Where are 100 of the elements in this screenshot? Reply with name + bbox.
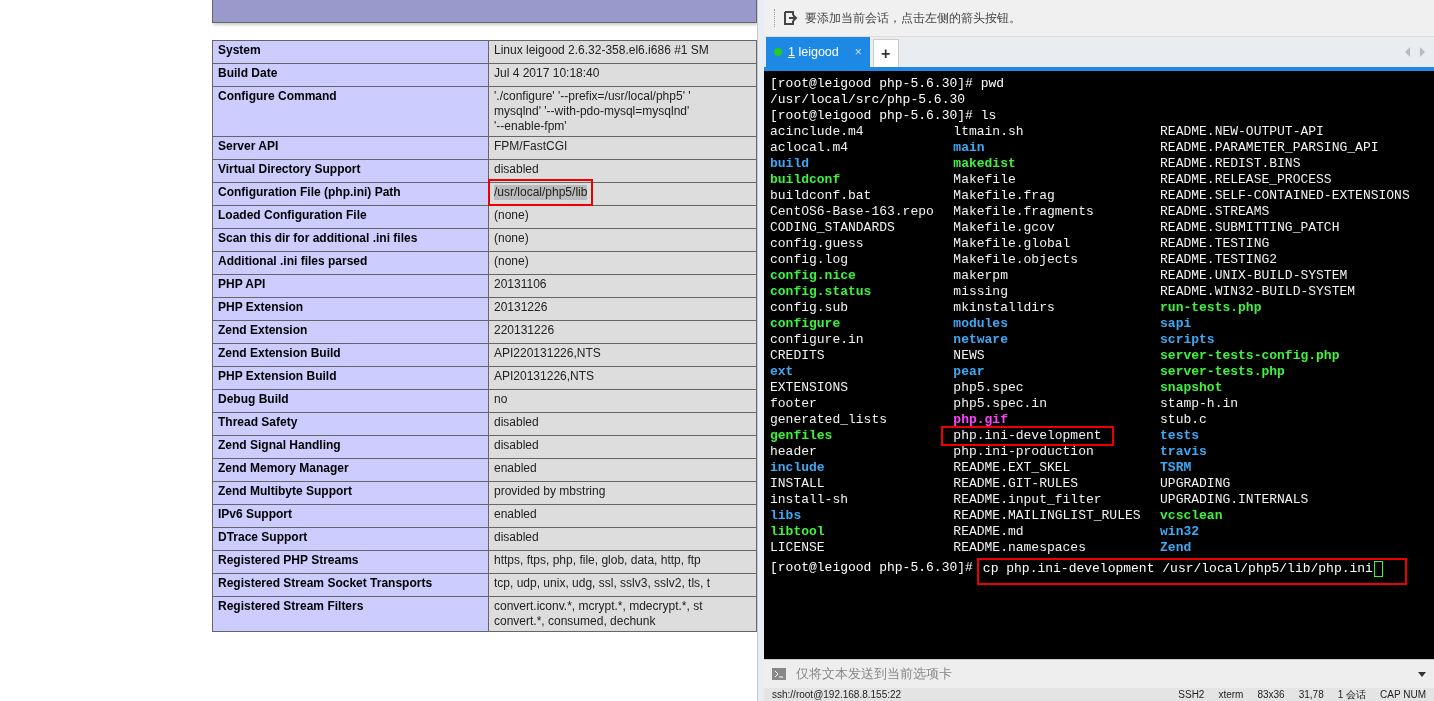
- status-text: 1 会话: [1337, 688, 1367, 701]
- file-name: server-tests-config.php: [1160, 348, 1341, 364]
- file-name: netware: [953, 332, 1009, 348]
- file-name: README.STREAMS: [1160, 204, 1271, 220]
- file-name: README.UNIX-BUILD-SYSTEM: [1160, 268, 1349, 284]
- file-name: buildconf: [770, 172, 842, 188]
- file-name: Makefile.frag: [953, 188, 1056, 204]
- file-name: README.TESTING: [1160, 236, 1271, 252]
- setting-value: API20131226,NTS: [488, 366, 757, 390]
- setting-label: PHP Extension: [212, 297, 489, 321]
- setting-value: disabled: [488, 527, 757, 551]
- setting-value: enabled: [488, 504, 757, 528]
- file-name: include: [770, 460, 826, 476]
- file-name: genfiles: [770, 428, 834, 444]
- setting-label: Zend Signal Handling: [212, 435, 489, 459]
- setting-value: './configure' '--prefix=/usr/local/php5' ' mysqlnd' '--with-pdo-mysql=mysqlnd' '--enable-fpm': [488, 86, 757, 137]
- file-name: vcsclean: [1160, 508, 1224, 524]
- file-name: Makefile.objects: [953, 252, 1080, 268]
- file-name: libtool: [770, 524, 826, 540]
- file-name: Makefile.gcov: [953, 220, 1056, 236]
- file-name: buildconf.bat: [770, 188, 873, 204]
- setting-label: Configure Command: [212, 86, 489, 137]
- file-name: Makefile.global: [953, 236, 1072, 252]
- setting-value: https, ftps, php, file, glob, data, http, ftp: [488, 550, 757, 574]
- setting-label: Thread Safety: [212, 412, 489, 436]
- setting-label: PHP API: [212, 274, 489, 298]
- terminal-line: /usr/local/src/php-5.6.30: [770, 92, 967, 108]
- tab-close[interactable]: ×: [854, 45, 862, 59]
- file-name: NEWS: [953, 348, 986, 364]
- file-name: README.NEW-OUTPUT-API: [1160, 124, 1325, 140]
- setting-value: FPM/FastCGI: [488, 136, 757, 160]
- file-name: config.sub: [770, 300, 849, 316]
- arrow-into-box-icon[interactable]: [783, 10, 799, 26]
- file-name: generated_lists: [770, 412, 889, 428]
- setting-value: convert.iconv.*, mcrypt.*, mdecrypt.*, st convert.*, consumed, dechunk: [488, 596, 757, 632]
- dropdown-caret-icon[interactable]: [1418, 671, 1426, 677]
- file-name: php.ini-development: [941, 426, 1114, 446]
- file-name: header: [770, 444, 818, 460]
- setting-label: Zend Extension: [212, 320, 489, 344]
- setting-label: Scan this dir for additional .ini files: [212, 228, 489, 252]
- file-name: TSRM: [1160, 460, 1193, 476]
- file-name: README.TESTING2: [1160, 252, 1279, 268]
- setting-label: Debug Build: [212, 389, 489, 413]
- protocol-label: SSH2: [1178, 688, 1205, 701]
- file-name: README.RELEASE_PROCESS: [1160, 172, 1333, 188]
- file-name: UPGRADING.INTERNALS: [1160, 492, 1310, 508]
- setting-value: API220131226,NTS: [488, 343, 757, 367]
- file-name: README.PARAMETER_PARSING_API: [1160, 140, 1380, 156]
- setting-value: disabled: [488, 435, 757, 459]
- file-name: config.nice: [770, 268, 857, 284]
- setting-label: Virtual Directory Support: [212, 159, 489, 183]
- text-cursor: [1373, 561, 1383, 577]
- file-name: mkinstalldirs: [953, 300, 1056, 316]
- setting-label: Registered PHP Streams: [212, 550, 489, 574]
- setting-label: Build Date: [212, 63, 489, 87]
- file-name: config.log: [770, 252, 849, 268]
- file-name: README.MAILINGLIST_RULES: [953, 508, 1142, 524]
- file-name: tests: [1160, 428, 1201, 444]
- send-text-field[interactable]: 仅将文本发送到当前选项卡: [794, 666, 1410, 682]
- status-text: 83x36: [1257, 688, 1285, 701]
- file-name: CODING_STANDARDS: [770, 220, 896, 236]
- file-name: Makefile: [953, 172, 1017, 188]
- file-name: stub.c: [1160, 412, 1208, 428]
- file-name: php.gif: [953, 412, 1009, 428]
- file-name: pear: [953, 364, 986, 380]
- new-tab-button[interactable]: +: [872, 39, 899, 67]
- setting-label: Loaded Configuration File: [212, 205, 489, 229]
- file-name: README.SELF-CONTAINED-EXTENSIONS: [1160, 188, 1411, 204]
- setting-label: Zend Memory Manager: [212, 458, 489, 482]
- setting-value: (none): [488, 251, 757, 275]
- file-name: main: [953, 140, 986, 156]
- file-name: server-tests.php: [1160, 364, 1286, 380]
- session-tab[interactable]: 1 leigood ×: [766, 37, 870, 67]
- setting-label: DTrace Support: [212, 527, 489, 551]
- file-name: travis: [1160, 444, 1208, 460]
- file-name: README.input_filter: [953, 492, 1103, 508]
- file-name: README.EXT_SKEL: [953, 460, 1072, 476]
- setting-value: 220131226: [488, 320, 757, 344]
- file-name: CREDITS: [770, 348, 826, 364]
- file-name: LICENSE: [770, 540, 826, 556]
- status-text: xterm: [1218, 688, 1244, 701]
- setting-label: Server API: [212, 136, 489, 160]
- setting-label: Registered Stream Filters: [212, 596, 489, 632]
- file-name: footer: [770, 396, 818, 412]
- file-name: scripts: [1160, 332, 1216, 348]
- file-name: EXTENSIONS: [770, 380, 849, 396]
- setting-label: IPv6 Support: [212, 504, 489, 528]
- setting-label: Registered Stream Socket Transports: [212, 573, 489, 597]
- setting-value: (none): [488, 228, 757, 252]
- file-name: aclocal.m4: [770, 140, 849, 156]
- file-name: config.guess: [770, 236, 865, 252]
- setting-label: System: [212, 40, 489, 64]
- file-name: makerpm: [953, 268, 1009, 284]
- file-name: README.SUBMITTING_PATCH: [1160, 220, 1341, 236]
- file-name: ext: [770, 364, 795, 380]
- file-name: README.namespaces: [953, 540, 1087, 556]
- setting-label: Configuration File (php.ini) Path: [212, 182, 489, 206]
- file-name: UPGRADING: [1160, 476, 1232, 492]
- setting-value: Linux leigood 2.6.32-358.el6.i686 #1 SM: [488, 40, 757, 64]
- status-text: CAP NUM: [1380, 688, 1426, 701]
